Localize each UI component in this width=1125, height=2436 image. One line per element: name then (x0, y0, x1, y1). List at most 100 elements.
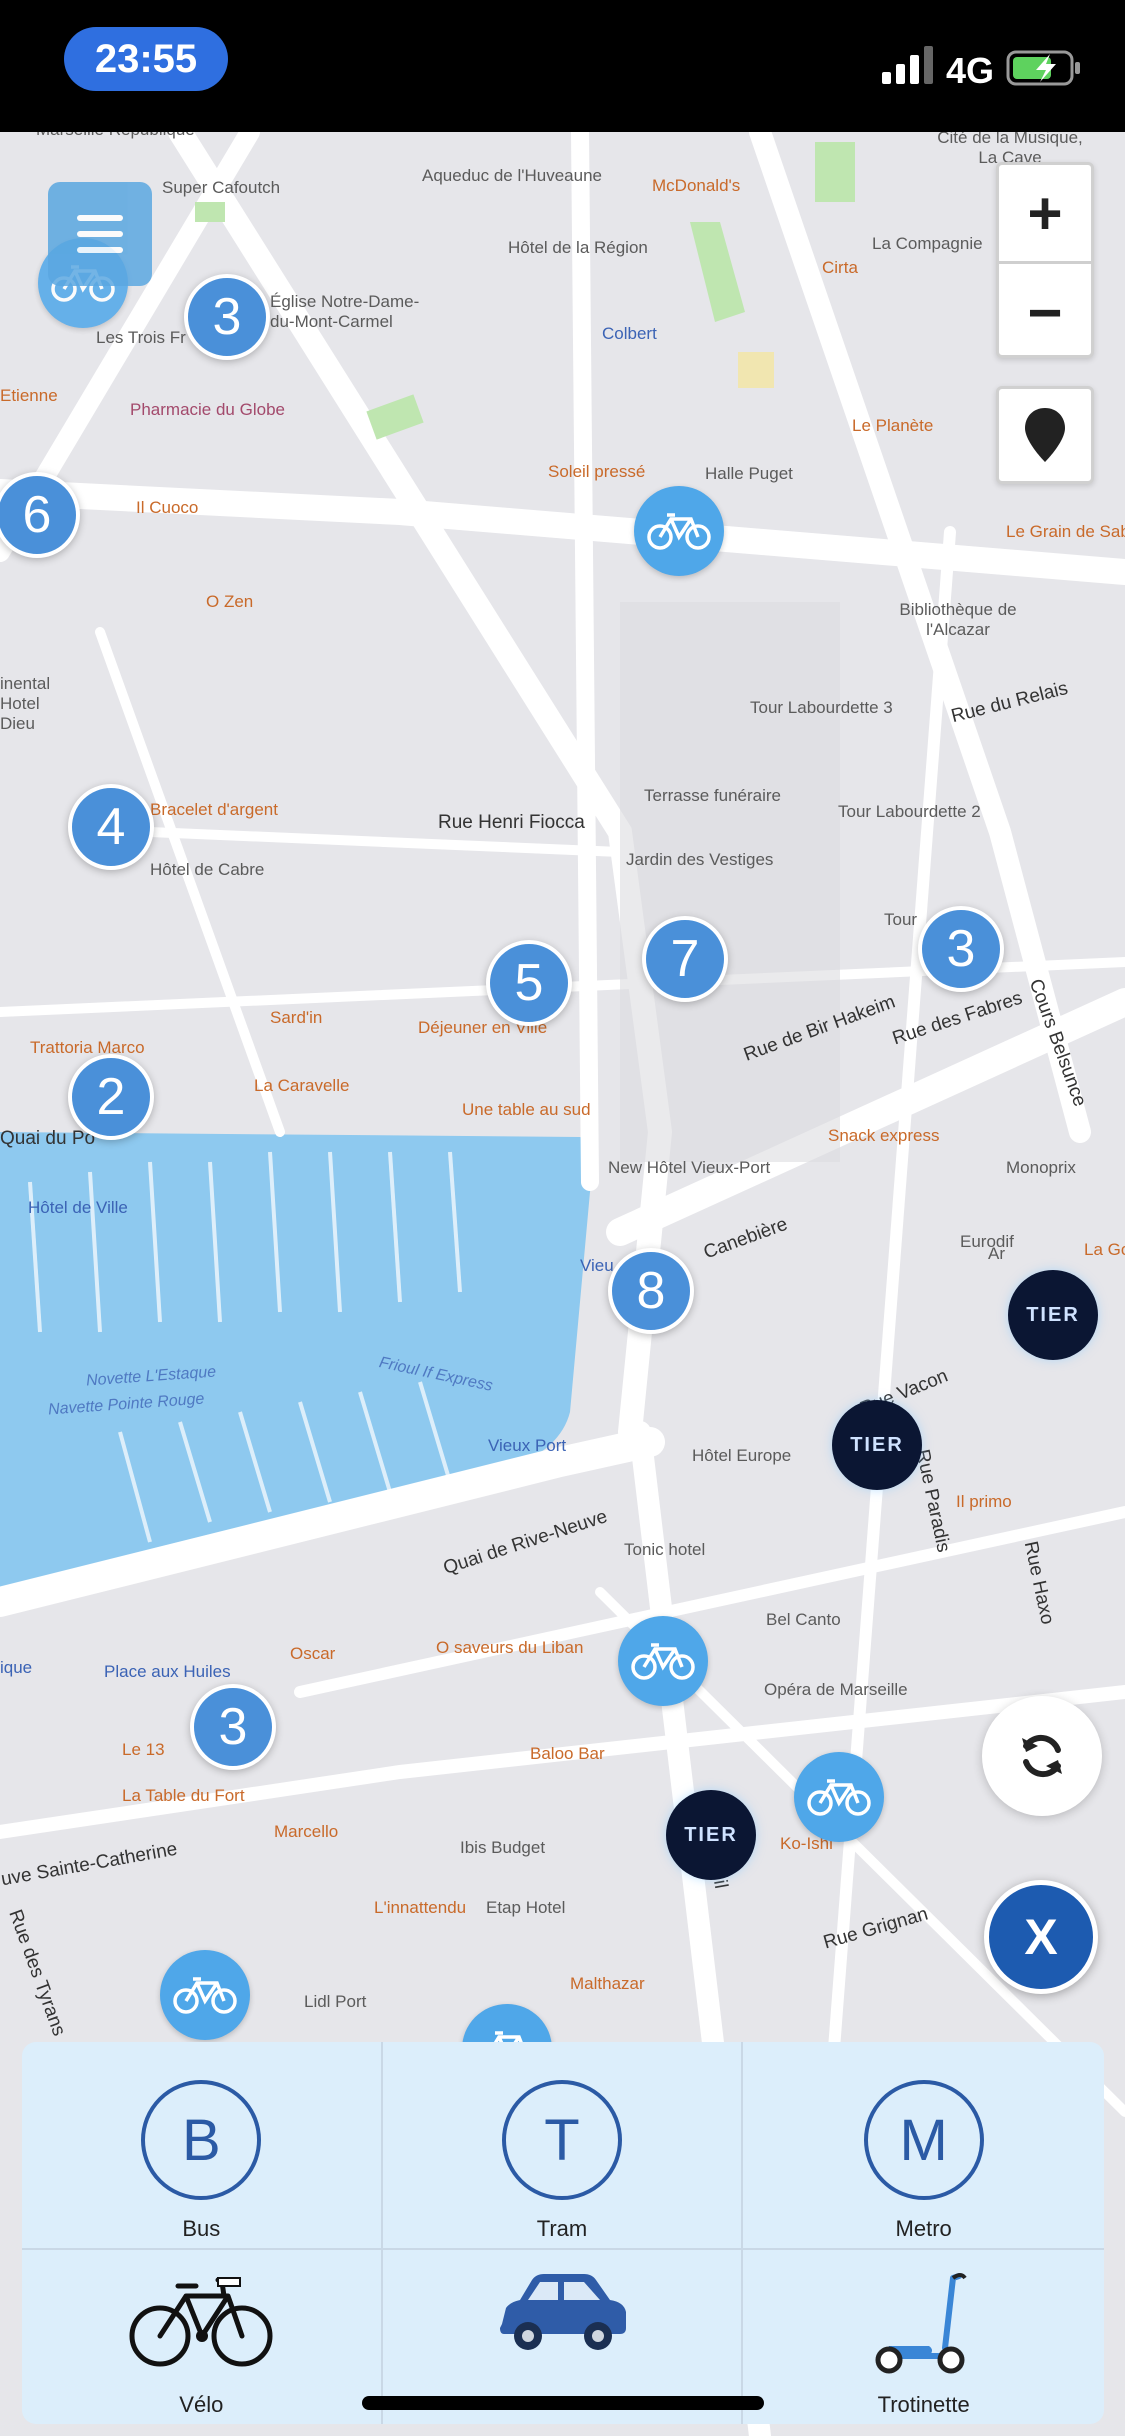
map-label-food: Malthazar (570, 1974, 645, 1993)
map-label-metro: Place aux Huiles (104, 1662, 231, 1681)
bicycle-icon (647, 513, 711, 550)
map-label-place: Tour Labourdette 2 (838, 802, 981, 821)
station-cluster[interactable]: 7 (642, 916, 728, 1002)
map-label-food: L'innattendu (374, 1898, 467, 1917)
map-label-place: Tour (884, 910, 918, 929)
map-label-metro: ique (0, 1658, 33, 1677)
map-label-place: New Hôtel Vieux-Port (608, 1158, 771, 1177)
station-cluster[interactable]: 5 (486, 940, 572, 1026)
map-label-food: Le Grain de Sab (1006, 522, 1125, 541)
mode-tram[interactable]: T Tram (382, 2042, 744, 2250)
status-time: 23:55 (64, 27, 228, 91)
menu-icon-bar (77, 231, 123, 237)
map-label-place: Jardin des Vestiges (626, 850, 774, 869)
map-label-pharmacy: Pharmacie du Globe (130, 400, 285, 419)
map-label-place: inental Hotel Dieu (0, 674, 51, 733)
tier-scooter-pin[interactable]: TIER (666, 1790, 756, 1880)
map-label-place: Etap Hotel (486, 1898, 566, 1917)
bike-station-pin[interactable] (618, 1616, 708, 1706)
map-label-food: Marcello (274, 1822, 339, 1841)
map-label-place: La Compagnie (872, 234, 983, 253)
map-label-food: La Go (1084, 1240, 1125, 1259)
map-label-metro: Vieux Port (488, 1436, 567, 1455)
menu-icon-bar (77, 247, 123, 253)
map-label-food: Oscar (290, 1644, 336, 1663)
bus-icon: B (141, 2080, 262, 2200)
transport-mode-panel: B Bus T Tram M Metro Vélo Trotinette (22, 2042, 1104, 2424)
station-cluster[interactable]: 3 (184, 274, 270, 360)
zoom-out-button[interactable]: − (999, 264, 1091, 360)
locate-button[interactable] (996, 386, 1094, 484)
mode-label: Bus (182, 2216, 221, 2241)
map-label-food: Bracelet d'argent (150, 800, 278, 819)
map-label-metro: Colbert (602, 324, 657, 343)
map-label-place: Opéra de Marseille (764, 1680, 908, 1699)
map-label-place: Les Trois Fr (96, 328, 186, 347)
map-label-food: Sard'in (270, 1008, 323, 1027)
map-label-food: McDonald's (652, 176, 741, 195)
bicycle-icon (807, 1779, 871, 1816)
station-cluster[interactable]: 2 (68, 1054, 154, 1140)
map-label-street: Rue Henri Fiocca (438, 812, 585, 833)
bicycle-icon (631, 1643, 695, 1680)
signal-icon (882, 46, 933, 84)
network-type: 4G (946, 50, 995, 91)
map-label-place: Tonic hotel (624, 1540, 706, 1559)
location-pin-icon (1025, 408, 1065, 462)
map-label-food: Baloo Bar (530, 1744, 605, 1763)
map-label-place: Monoprix (1006, 1158, 1076, 1177)
map-label-place: Ar (988, 1244, 1005, 1263)
map-label-food: La Table du Fort (122, 1786, 245, 1805)
mode-trottinette[interactable]: Trotinette (743, 2250, 1104, 2424)
map-label-place: Marseille République (36, 132, 195, 140)
map-label-food: Trattoria Marco (30, 1038, 145, 1057)
map-label-place: Tour Labourdette 3 (750, 698, 893, 717)
map-label-street: Quai du Po (0, 1128, 96, 1149)
map-label-place: Halle Puget (705, 464, 793, 483)
map-label-place: Hôtel de Cabre (150, 860, 265, 879)
map-label-place: Aqueduc de l'Huveaune (422, 166, 602, 185)
map-label-place: Hôtel Europe (692, 1446, 792, 1465)
refresh-icon (1022, 1734, 1062, 1778)
map-label-food: Le 13 (122, 1740, 165, 1759)
mode-label: Tram (536, 2216, 588, 2241)
map-label-food: Le Planète (852, 416, 934, 435)
map-label-food: O saveurs du Liban (436, 1638, 584, 1657)
map-label-food: Snack express (828, 1126, 940, 1145)
mode-bus[interactable]: B Bus (22, 2042, 383, 2250)
tier-scooter-pin[interactable]: TIER (832, 1400, 922, 1490)
map-label-place: Terrasse funéraire (644, 786, 782, 805)
map-label-place: Bibliothèque de l'Alcazar (899, 600, 1017, 639)
zoom-in-button[interactable]: + (999, 165, 1091, 261)
battery-icon (1006, 50, 1080, 86)
station-cluster[interactable]: 8 (608, 1248, 694, 1334)
mode-metro[interactable]: M Metro (743, 2042, 1104, 2250)
map-label-place: Hôtel de la Région (508, 238, 648, 257)
scooter-icon (875, 2273, 967, 2374)
map-label-food: Une table au sud (462, 1100, 591, 1119)
mode-velo[interactable]: Vélo (22, 2250, 383, 2424)
refresh-button[interactable] (982, 1696, 1102, 1816)
status-bar: 23:55 4G (0, 0, 1125, 132)
menu-button[interactable] (48, 182, 152, 286)
map-label-food: Soleil pressé (548, 462, 646, 481)
station-cluster[interactable]: 3 (918, 906, 1004, 992)
close-button[interactable]: X (984, 1880, 1098, 1994)
mode-label: Trotinette (877, 2392, 970, 2417)
map-label-place: Ibis Budget (460, 1838, 546, 1857)
station-cluster[interactable]: 3 (190, 1684, 276, 1770)
bike-station-pin[interactable] (160, 1950, 250, 2040)
map-label-metro: Vieu (580, 1256, 614, 1275)
bike-station-pin[interactable] (794, 1752, 884, 1842)
map-label-place: Super Cafoutch (162, 178, 281, 197)
station-cluster[interactable]: 4 (68, 784, 154, 870)
bike-station-pin[interactable] (634, 486, 724, 576)
car-icon (499, 2274, 626, 2350)
map-label-food: O Zen (206, 592, 254, 611)
tier-scooter-pin[interactable]: TIER (1008, 1270, 1098, 1360)
map-label-place: Eurodif (960, 1232, 1014, 1251)
metro-icon: M (863, 2080, 984, 2200)
map-label-food: La Caravelle (254, 1076, 350, 1095)
map-label-food: Cirta (822, 258, 858, 277)
map-label-food: Etienne (0, 386, 58, 405)
